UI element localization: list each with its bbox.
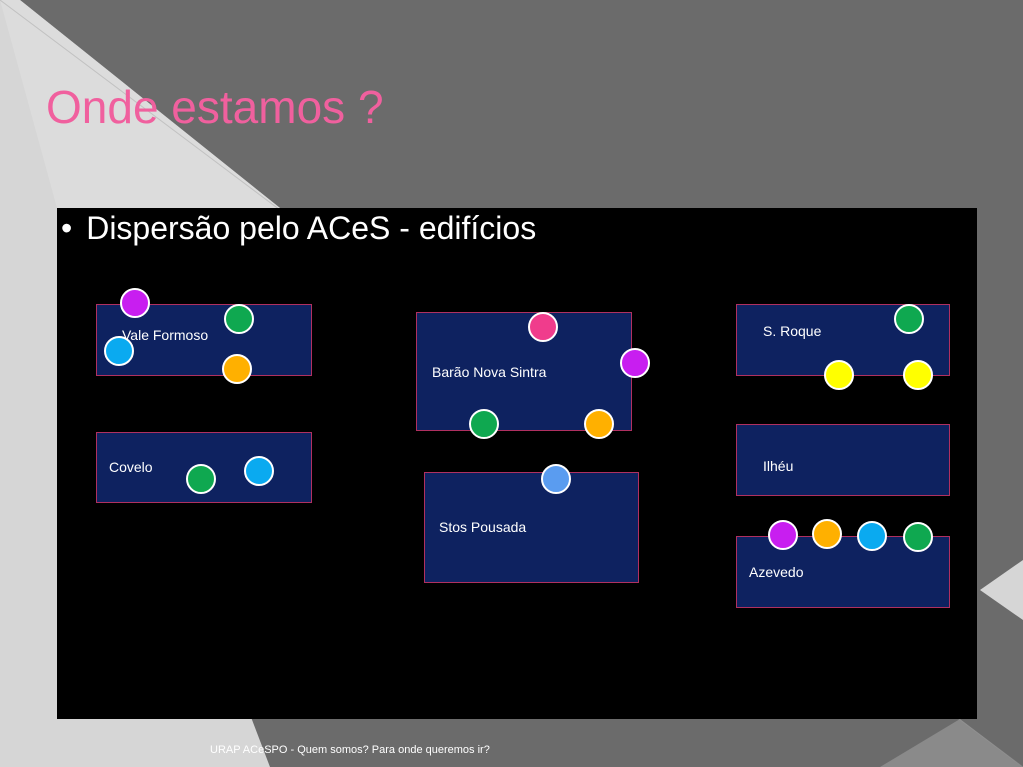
marker-blue-stos-pousada bbox=[541, 464, 571, 494]
building-label-azevedo: Azevedo bbox=[749, 564, 804, 580]
marker-purple-vale-formoso bbox=[120, 288, 150, 318]
building-label-stos-pousada: Stos Pousada bbox=[439, 519, 527, 535]
bullet-label: Dispersão pelo ACeS - edifícios bbox=[86, 210, 537, 246]
building-label-covelo: Covelo bbox=[109, 459, 153, 475]
building-label-s-roque: S. Roque bbox=[763, 323, 822, 339]
marker-orange-vale-formoso bbox=[222, 354, 252, 384]
building-label-vale-formoso: Vale Formoso bbox=[122, 327, 209, 343]
marker-yellow-s-roque-1 bbox=[824, 360, 854, 390]
bullet-icon: • bbox=[61, 210, 73, 246]
marker-purple-barao-nova-sintra bbox=[620, 348, 650, 378]
marker-orange-barao-nova-sintra bbox=[584, 409, 614, 439]
marker-cyan-covelo bbox=[244, 456, 274, 486]
marker-orange-azevedo bbox=[812, 519, 842, 549]
marker-pink-barao-nova-sintra bbox=[528, 312, 558, 342]
marker-green-covelo bbox=[186, 464, 216, 494]
marker-cyan-vale-formoso bbox=[104, 336, 134, 366]
building-label-ilheu: Ilhéu bbox=[763, 458, 794, 474]
slide-footer: URAP ACeSPO - Quem somos? Para onde quer… bbox=[210, 744, 490, 756]
bullet-text: • Dispersão pelo ACeS - edifícios bbox=[61, 210, 536, 247]
marker-purple-azevedo bbox=[768, 520, 798, 550]
marker-green-barao-nova-sintra bbox=[469, 409, 499, 439]
marker-cyan-azevedo bbox=[857, 521, 887, 551]
building-label-barao-nova-sintra: Barão Nova Sintra bbox=[432, 364, 547, 380]
marker-green-s-roque bbox=[894, 304, 924, 334]
marker-yellow-s-roque-2 bbox=[903, 360, 933, 390]
marker-green-azevedo bbox=[903, 522, 933, 552]
content-panel: • Dispersão pelo ACeS - edifícios Vale Fo… bbox=[57, 208, 977, 719]
marker-green-vale-formoso bbox=[224, 304, 254, 334]
slide-title: Onde estamos ? bbox=[46, 81, 384, 133]
